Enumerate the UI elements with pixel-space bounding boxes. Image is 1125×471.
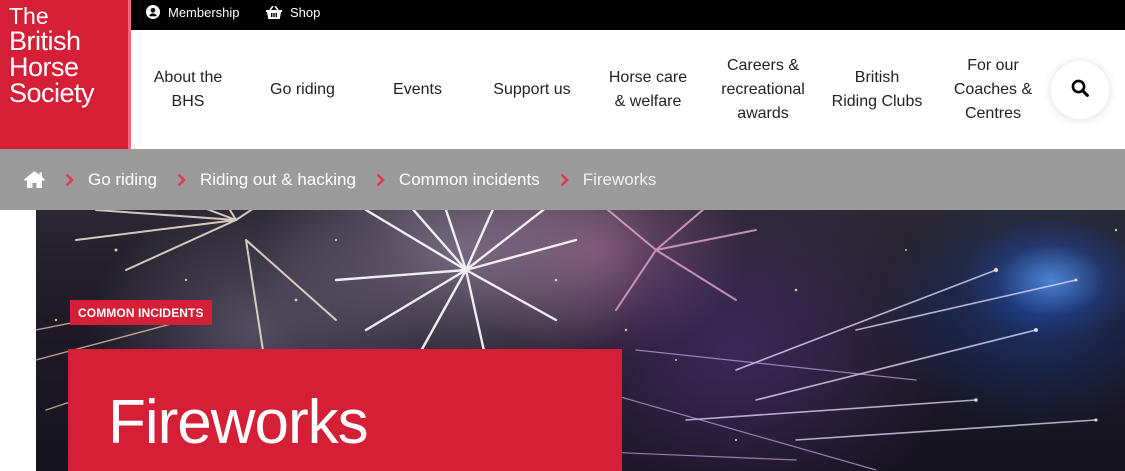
user-icon [146, 5, 160, 19]
search-icon [1071, 79, 1089, 102]
breadcrumb-go-riding[interactable]: Go riding [88, 170, 157, 190]
nav-british-riding-clubs[interactable]: British Riding Clubs [822, 30, 932, 149]
bhs-logo[interactable]: The British Horse Society [0, 0, 131, 149]
logo-line-4: Society [9, 78, 95, 108]
breadcrumb: Go riding Riding out & hacking Common in… [0, 149, 1125, 210]
utility-bar: Membership Shop [0, 0, 1125, 30]
logo-line-3: Horse [9, 52, 79, 82]
nav-coaches-centres[interactable]: For our Coaches & Centres [943, 30, 1043, 149]
shop-label: Shop [290, 4, 321, 20]
membership-label: Membership [168, 4, 240, 20]
breadcrumb-common-incidents[interactable]: Common incidents [399, 170, 540, 190]
search-button[interactable] [1051, 61, 1109, 119]
shop-link[interactable]: Shop [266, 0, 320, 26]
membership-link[interactable]: Membership [146, 0, 240, 26]
chevron-right-icon [65, 173, 74, 187]
hero-banner: COMMON INCIDENTS Fireworks [36, 210, 1125, 471]
nav-go-riding[interactable]: Go riding [255, 30, 350, 149]
chevron-right-icon [177, 173, 186, 187]
hero-title-box: Fireworks [68, 349, 622, 471]
nav-label: British Riding Clubs [831, 68, 923, 110]
main-nav: About the BHS Go riding Events Support u… [0, 30, 1125, 149]
nav-label: About the BHS [153, 68, 223, 110]
nav-label: For our Coaches & Centres [953, 56, 1033, 122]
nav-careers-awards[interactable]: Careers & recreational awards [708, 30, 818, 149]
logo-line-1: The [9, 3, 49, 29]
logo-line-2: British [9, 26, 81, 56]
nav-horse-care-welfare[interactable]: Horse care & welfare [597, 30, 699, 149]
nav-label: Horse care & welfare [608, 68, 688, 110]
breadcrumb-current-page: Fireworks [582, 169, 657, 189]
home-icon[interactable] [24, 171, 45, 188]
nav-label: Support us [493, 80, 571, 98]
chevron-right-icon [376, 173, 385, 187]
nav-label: Go riding [270, 80, 335, 98]
category-tag[interactable]: COMMON INCIDENTS [70, 300, 212, 325]
nav-label: Events [393, 80, 442, 98]
basket-icon [266, 5, 282, 19]
breadcrumb-riding-out-hacking[interactable]: Riding out & hacking [200, 170, 356, 190]
nav-about-the-bhs[interactable]: About the BHS [140, 30, 236, 149]
nav-label: Careers & recreational awards [721, 56, 805, 122]
nav-events[interactable]: Events [380, 30, 455, 149]
chevron-right-icon [560, 173, 569, 187]
page-title: Fireworks [108, 388, 369, 457]
nav-support-us[interactable]: Support us [482, 30, 582, 149]
